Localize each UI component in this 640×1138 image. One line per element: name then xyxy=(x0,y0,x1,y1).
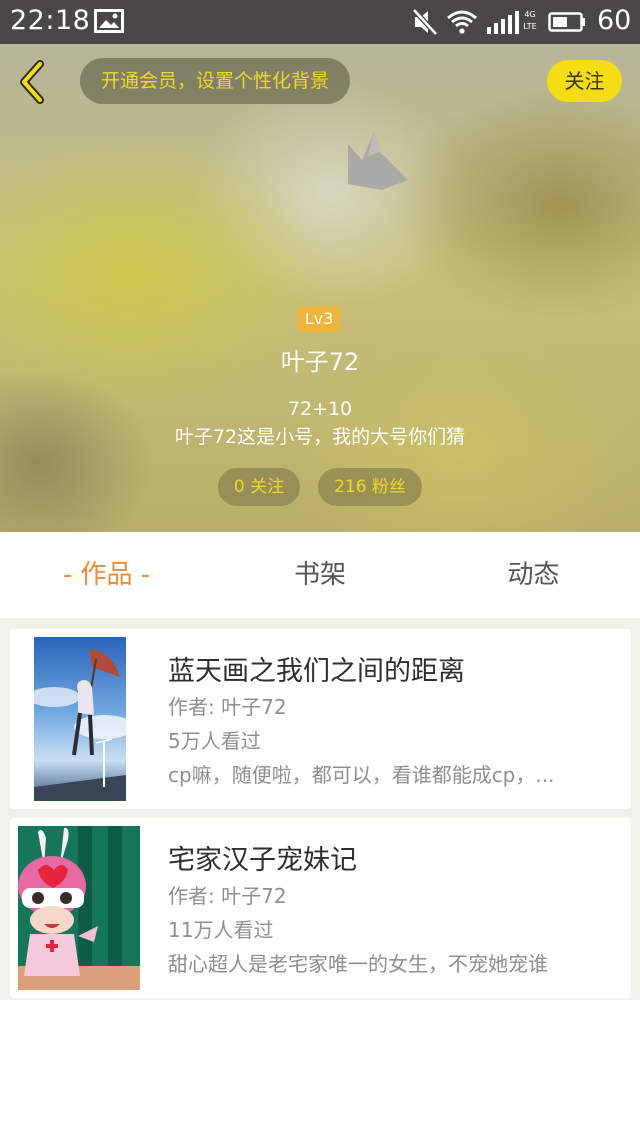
cover-image xyxy=(34,637,126,801)
battery-icon xyxy=(548,12,585,32)
work-author: 作者: 叶子72 xyxy=(168,884,287,908)
status-time: 22:18 xyxy=(10,5,91,36)
work-description: cp嘛，随便啦，都可以，看谁都能成cp，... xyxy=(168,763,555,787)
fans-count-button[interactable]: 216 粉丝 xyxy=(318,468,422,506)
work-title: 宅家汉子宠妹记 xyxy=(168,845,357,876)
level-badge: Lv3 xyxy=(298,306,340,332)
network-type: 4G LTE xyxy=(523,10,537,31)
work-description: 甜心超人是老宅家唯一的女生，不宠她宠谁 xyxy=(168,952,548,976)
work-author: 作者: 叶子72 xyxy=(168,695,287,719)
follow-button[interactable]: 关注 xyxy=(547,60,622,102)
list-item[interactable]: 蓝天画之我们之间的距离 作者: 叶子72 5万人看过 cp嘛，随便啦，都可以，看… xyxy=(10,629,631,809)
cover-image xyxy=(18,826,140,990)
status-bar: 22:18 4G LTE 60 xyxy=(0,0,640,44)
user-signature-line1: 72+10 xyxy=(287,398,353,420)
list-item[interactable]: 宅家汉子宠妹记 作者: 叶子72 11万人看过 甜心超人是老宅家唯一的女生，不宠… xyxy=(10,818,631,998)
work-title: 蓝天画之我们之间的距离 xyxy=(168,656,465,687)
profile-header: 开通会员，设置个性化背景 关注 Lv3 叶子72 72+10 叶子72这是小号，… xyxy=(0,44,640,532)
chevron-left-icon xyxy=(20,60,44,104)
image-icon xyxy=(94,9,124,33)
user-signature-line2: 叶子72这是小号，我的大号你们猜 xyxy=(174,426,466,448)
battery-level: 60 xyxy=(597,5,632,36)
vip-background-button[interactable]: 开通会员，设置个性化背景 xyxy=(80,58,350,104)
user-nickname: 叶子72 xyxy=(280,348,360,376)
following-count-button[interactable]: 0 关注 xyxy=(218,468,300,506)
tab-bookshelf[interactable]: 书架 xyxy=(213,532,427,618)
tab-works[interactable]: - 作品 - xyxy=(0,532,213,618)
tab-bar: - 作品 - 书架 动态 xyxy=(0,532,640,618)
avatar[interactable] xyxy=(338,130,410,198)
tab-feed[interactable]: 动态 xyxy=(427,532,640,618)
back-button[interactable] xyxy=(14,58,54,106)
mute-icon xyxy=(412,8,438,36)
work-views: 5万人看过 xyxy=(168,729,261,753)
work-views: 11万人看过 xyxy=(168,918,274,942)
wifi-icon xyxy=(447,10,477,34)
signal-icon xyxy=(487,11,519,34)
